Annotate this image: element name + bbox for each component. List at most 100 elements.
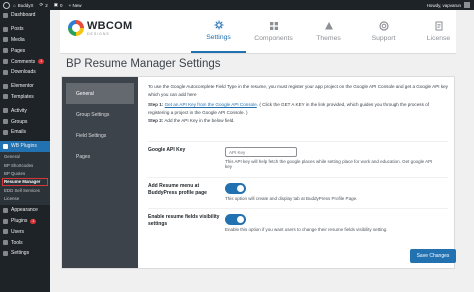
wrench-icon: [3, 240, 8, 246]
admin-sidebar: Dashboard Posts Media Pages Comments 1 Do…: [0, 10, 50, 292]
sidebar-item-settings[interactable]: Settings: [0, 248, 50, 259]
sidebar-item-downloads[interactable]: Downloads: [0, 67, 50, 78]
header-tabs: Settings Components Themes Support Licen…: [191, 10, 466, 53]
license-icon: [435, 21, 442, 31]
sidebar-item-label: Plugins: [11, 218, 28, 225]
tab-label: Themes: [316, 35, 341, 42]
sidebar-item-users[interactable]: Users: [0, 227, 50, 238]
api-key-label: Google API Key: [148, 147, 186, 153]
save-changes-button[interactable]: Save Changes: [410, 249, 456, 263]
sidebar-item-pages[interactable]: Pages: [0, 45, 50, 56]
users-icon: [3, 229, 8, 235]
dashboard-icon: [3, 12, 8, 18]
plugins-badge: 1: [30, 218, 37, 224]
support-icon: [378, 21, 389, 31]
page-title: BP Resume Manager Settings: [66, 58, 221, 70]
resume-menu-description: This option will create and display tab …: [225, 196, 358, 201]
step-1-prefix: Step 1:: [148, 102, 164, 107]
vtab-field-settings[interactable]: Field Settings: [62, 125, 138, 146]
visibility-toggle[interactable]: [225, 214, 246, 225]
wb-plugins-submenu: General BP Shortcodes BP Quotes Resume M…: [0, 151, 50, 205]
vtab-group-settings[interactable]: Group Settings: [62, 104, 138, 125]
brush-icon: [3, 207, 8, 213]
sidebar-item-emails[interactable]: Emails: [0, 127, 50, 138]
updates-link[interactable]: ⟳ 2: [36, 2, 50, 8]
sidebar-item-label: Users: [11, 228, 25, 235]
sidebar-item-dashboard[interactable]: Dashboard: [0, 10, 50, 21]
visibility-label: Enable resume fields visibility settings: [148, 214, 220, 227]
admin-bar: ⌂ BuddyX ⟳ 2 ▣ 0 + New Howdy, vapvarun: [0, 0, 474, 10]
wbcom-logo: WBCOM DESIGNS: [68, 20, 133, 36]
sidebar-item-label: Dashboard: [11, 12, 36, 19]
divider: [148, 208, 448, 209]
site-name-link[interactable]: ⌂ BuddyX: [10, 3, 36, 8]
sidebar-item-appearance[interactable]: Appearance: [0, 205, 50, 216]
submenu-item-resume-manager[interactable]: Resume Manager: [2, 177, 48, 187]
sidebar-item-label: Posts: [11, 26, 24, 33]
sidebar-item-plugins[interactable]: Plugins 1: [0, 216, 50, 227]
pin-icon: [3, 26, 8, 32]
vtab-pages[interactable]: Pages: [62, 146, 138, 167]
updates-count: 2: [45, 2, 48, 8]
groups-icon: [3, 119, 8, 125]
resume-menu-toggle[interactable]: [225, 183, 246, 194]
plugin-header: WBCOM DESIGNS Settings Components Themes…: [60, 10, 456, 54]
step-1-text: Step 1: Get an API Key from the Google A…: [148, 101, 448, 116]
folder-icon: [3, 94, 8, 100]
sidebar-item-label: Emails: [11, 129, 27, 136]
logo-subtitle: DESIGNS: [87, 32, 110, 36]
sidebar-item-comments[interactable]: Comments 1: [0, 56, 50, 67]
comments-link[interactable]: ▣ 0: [51, 2, 66, 8]
sidebar-item-templates[interactable]: Templates: [0, 92, 50, 103]
sidebar-item-posts[interactable]: Posts: [0, 24, 50, 35]
media-icon: [3, 37, 8, 43]
submenu-item-license[interactable]: License: [0, 195, 50, 203]
submenu-item-edd-sell-services[interactable]: EDD Sell Services: [0, 186, 50, 194]
tab-license[interactable]: License: [411, 10, 466, 53]
sidebar-item-label: Appearance: [11, 207, 38, 214]
divider: [148, 177, 448, 178]
sidebar-item-wb-plugins[interactable]: WB Plugins: [0, 140, 50, 152]
sidebar-item-groups[interactable]: Groups: [0, 116, 50, 127]
email-icon: [3, 129, 8, 135]
tab-settings[interactable]: Settings: [191, 10, 246, 53]
api-console-link[interactable]: Get an API Key from the Google API Conso…: [165, 102, 257, 107]
sidebar-item-elementor[interactable]: Elementor: [0, 81, 50, 92]
sidebar-item-label: Groups: [11, 118, 28, 125]
themes-icon: [324, 22, 333, 30]
wordpress-logo-icon[interactable]: [3, 1, 10, 9]
tab-support[interactable]: Support: [356, 10, 411, 53]
site-name: BuddyX: [17, 2, 34, 8]
visibility-description: Enable this option if you want users to …: [225, 227, 388, 232]
step-2-body: Add the API Key in the below field.: [164, 118, 235, 123]
sidebar-item-tools[interactable]: Tools: [0, 237, 50, 248]
step-2-text: Step 2: Add the API Key in the below fie…: [148, 117, 448, 125]
elementor-icon: [3, 83, 8, 89]
api-key-input[interactable]: [225, 147, 297, 157]
plug-icon: [3, 218, 8, 224]
intro-text: To use the Google Autocomplete Field Typ…: [148, 84, 448, 97]
settings-icon: [3, 250, 8, 256]
new-content-link[interactable]: + New: [66, 3, 85, 8]
sidebar-item-media[interactable]: Media: [0, 35, 50, 46]
avatar[interactable]: [464, 2, 470, 8]
plugin-icon: [3, 143, 8, 149]
tab-themes[interactable]: Themes: [301, 10, 356, 53]
step-2-prefix: Step 2:: [148, 118, 164, 123]
comments-count: 0: [60, 2, 63, 8]
submenu-item-general[interactable]: General: [0, 153, 50, 161]
tab-components[interactable]: Components: [246, 10, 301, 53]
vtab-general[interactable]: General: [66, 83, 134, 104]
sidebar-item-label: Downloads: [11, 69, 36, 76]
api-key-description: This API key will help fetch the google …: [225, 159, 440, 169]
sidebar-item-label: WB Plugins: [11, 143, 37, 150]
submenu-item-bp-quotes[interactable]: BP Quotes: [0, 169, 50, 177]
comment-icon: [3, 59, 8, 65]
sidebar-item-label: Activity: [11, 107, 27, 114]
submenu-item-bp-shortcodes[interactable]: BP Shortcodes: [0, 161, 50, 169]
sidebar-item-activity[interactable]: Activity: [0, 105, 50, 116]
sidebar-item-label: Tools: [11, 239, 23, 246]
api-notice: To use the Google Autocomplete Field Typ…: [148, 83, 448, 125]
tab-label: Components: [254, 35, 293, 42]
greeting[interactable]: Howdy, vapvarun: [427, 3, 461, 8]
